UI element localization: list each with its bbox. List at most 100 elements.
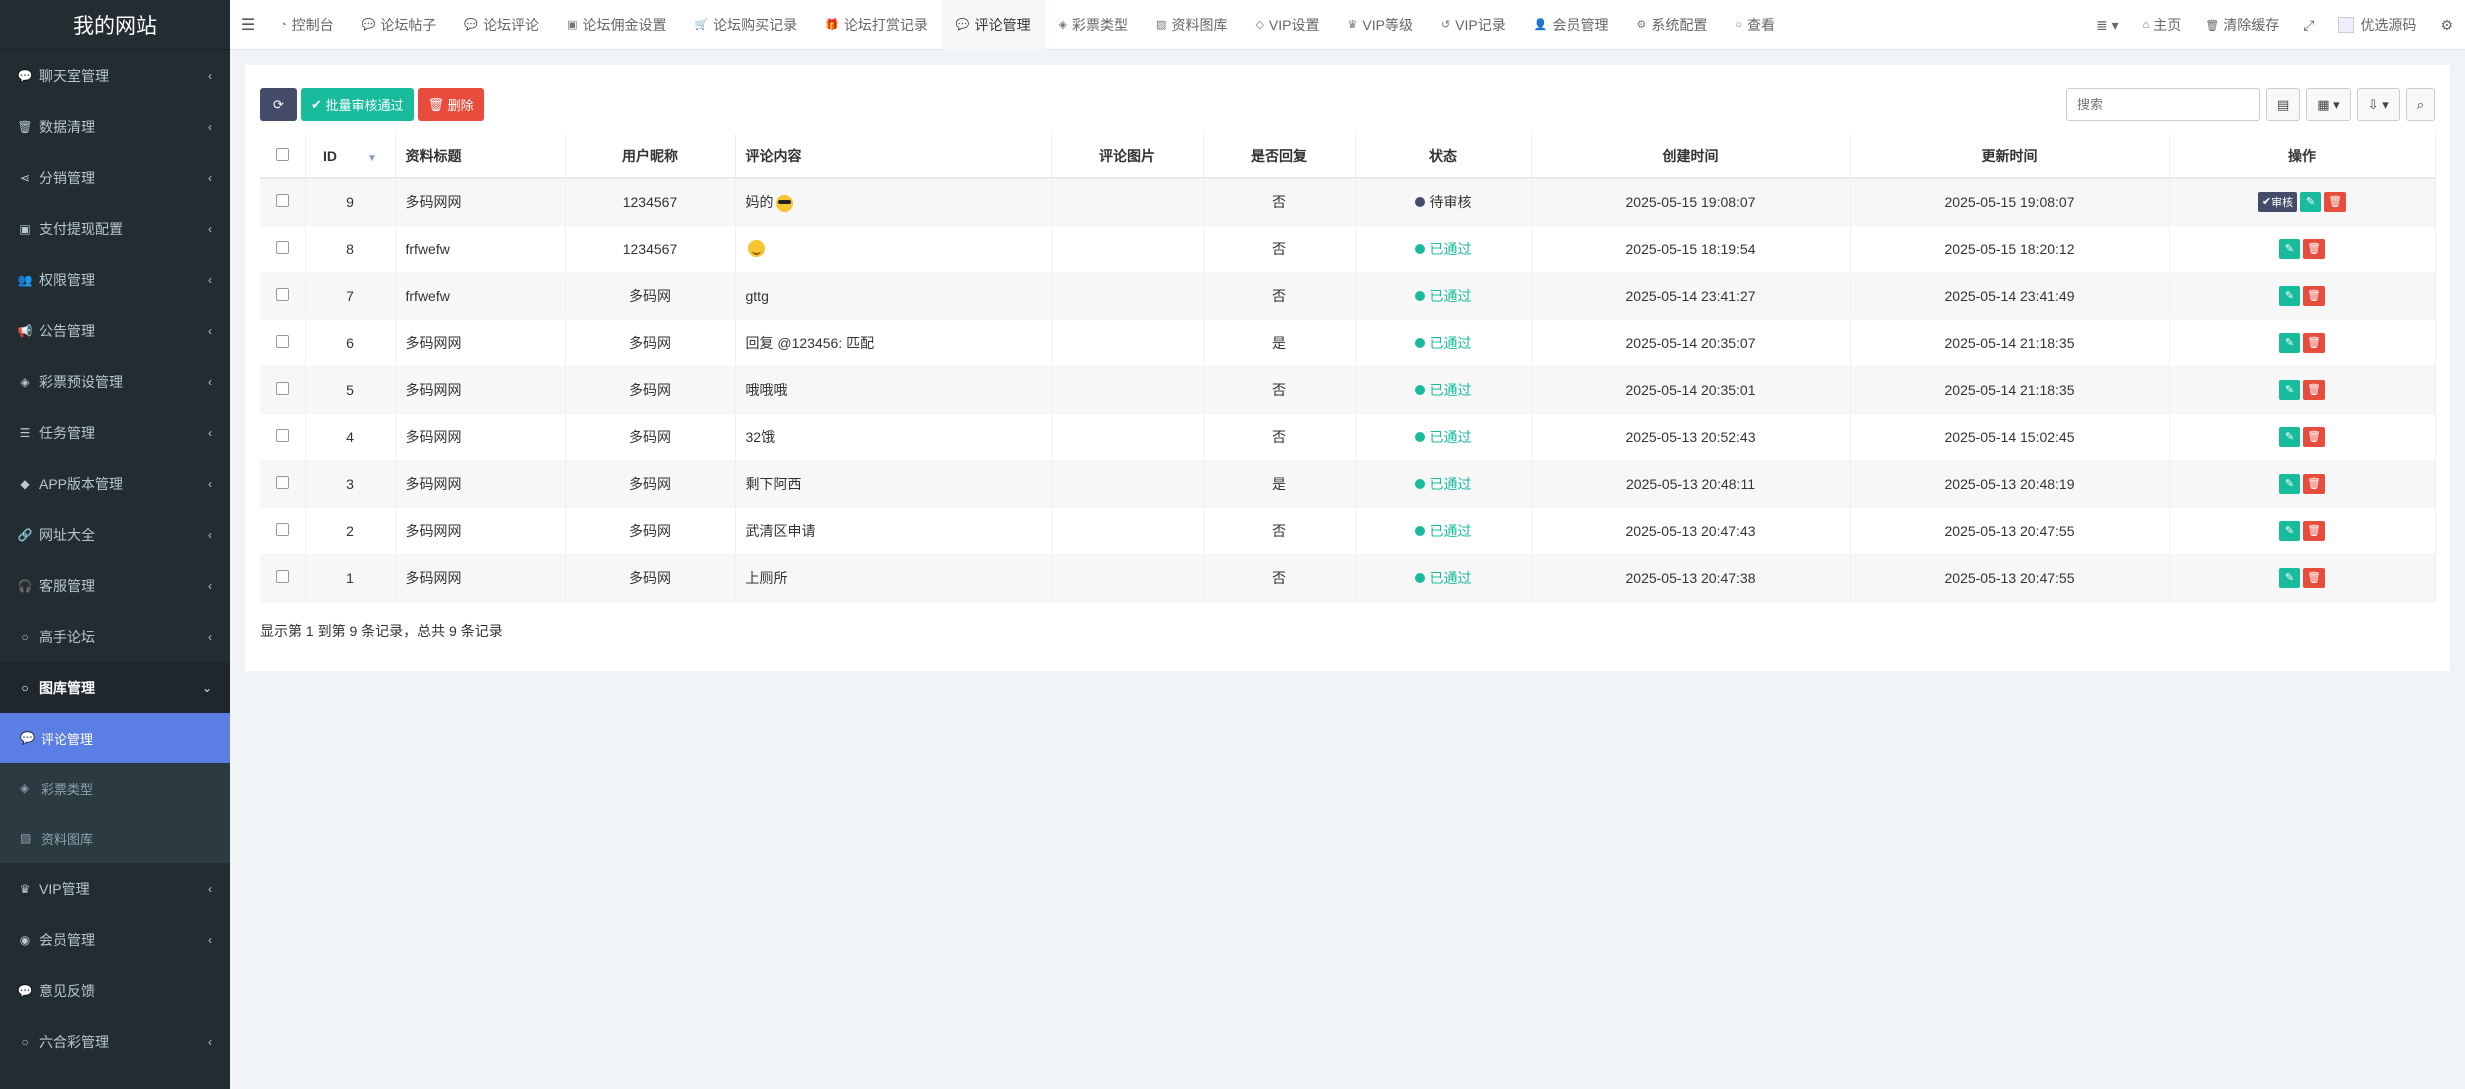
top-tab-11[interactable]: ↺ VIP记录 — [1427, 0, 1520, 50]
row-checkbox-cell[interactable] — [260, 507, 306, 555]
settings-button[interactable]: ⚙ — [2428, 17, 2465, 34]
export-dropdown-button[interactable]: ⇩ ▾ — [2356, 88, 2400, 121]
top-tab-4[interactable]: 🛒 论坛购买记录 — [680, 0, 811, 50]
sidebar-item-4[interactable]: 👥 权限管理 ‹ — [0, 254, 230, 305]
top-tab-8[interactable]: ▨ 资料图库 — [1142, 0, 1241, 50]
sidebar-item-12[interactable]: ○ 图库管理 ⌄ — [0, 662, 230, 713]
top-tab-13[interactable]: ⚙ 系统配置 — [1622, 0, 1721, 50]
home-link[interactable]: ⌂ 主页 — [2131, 15, 2194, 35]
sidebar-item-3[interactable]: ▣ 支付提现配置 ‹ — [0, 203, 230, 254]
row-checkbox[interactable] — [275, 428, 289, 442]
delete-button[interactable]: 🗑 删除 — [417, 88, 484, 121]
refresh-button[interactable]: ⟳ — [260, 88, 297, 121]
top-tab-10[interactable]: ♛ VIP等级 — [1334, 0, 1427, 50]
sidebar-bottom-item-3[interactable]: ○ 六合彩管理 ‹ — [0, 1016, 230, 1067]
toggle-view-button[interactable]: ▤ — [2265, 88, 2301, 121]
row-checkbox[interactable] — [275, 381, 289, 395]
row-checkbox-cell[interactable] — [260, 272, 306, 320]
cell-actions: ✎ 🗑 — [2169, 225, 2436, 273]
edit-button[interactable]: ✎ — [2279, 238, 2301, 259]
search-button[interactable]: ⌕ — [2405, 88, 2435, 121]
row-checkbox-cell[interactable] — [260, 319, 306, 367]
select-all-checkbox-cell[interactable] — [260, 134, 306, 179]
row-delete-button[interactable]: 🗑 — [2303, 520, 2325, 541]
edit-button[interactable]: ✎ — [2279, 379, 2301, 400]
sidebar-item-0[interactable]: 💬 聊天室管理 ‹ — [0, 50, 230, 101]
edit-button[interactable]: ✎ — [2279, 332, 2301, 353]
fullscreen-button[interactable]: ⤢ — [2291, 17, 2326, 34]
user-circle-icon: ◉ — [19, 932, 31, 947]
top-tab-5[interactable]: 🎁 论坛打赏记录 — [811, 0, 942, 50]
batch-approve-button[interactable]: ✔ 批量审核通过 — [301, 88, 414, 121]
row-checkbox[interactable] — [275, 287, 289, 301]
site-logo[interactable]: 我的网站 — [0, 0, 230, 50]
sidebar-item-8[interactable]: ◆ APP版本管理 ‹ — [0, 458, 230, 509]
sidebar-item-label: 权限管理 — [39, 271, 95, 288]
row-checkbox-cell[interactable] — [260, 178, 306, 226]
top-tab-6[interactable]: 💬 评论管理 — [941, 0, 1045, 50]
menu-toggle-icon[interactable]: ☰ — [230, 15, 266, 35]
user-menu[interactable]: 优选源码 — [2326, 15, 2428, 35]
row-checkbox-cell[interactable] — [260, 554, 306, 602]
sidebar-item-1[interactable]: 🗑 数据清理 ‹ — [0, 101, 230, 152]
row-delete-button[interactable]: 🗑 — [2303, 332, 2325, 353]
row-delete-button[interactable]: 🗑 — [2303, 379, 2325, 400]
row-checkbox[interactable] — [275, 475, 289, 489]
sidebar-bottom-item-2[interactable]: 💬 意见反馈 — [0, 965, 230, 1016]
sidebar-subitem-1[interactable]: ◈ 彩票类型 — [0, 763, 230, 813]
select-all-checkbox[interactable] — [275, 147, 289, 161]
edit-button[interactable]: ✎ — [2279, 426, 2301, 447]
edit-button[interactable]: ✎ — [2300, 191, 2322, 212]
sidebar-item-9[interactable]: 🔗 网址大全 ‹ — [0, 509, 230, 560]
audit-button[interactable]: ✔ 审核 — [2257, 191, 2298, 212]
row-checkbox-cell[interactable] — [260, 460, 306, 508]
sidebar-item-11[interactable]: ○ 高手论坛 ‹ — [0, 611, 230, 662]
row-delete-button[interactable]: 🗑 — [2324, 191, 2347, 212]
sidebar-item-5[interactable]: 📢 公告管理 ‹ — [0, 305, 230, 356]
sidebar-item-6[interactable]: ◈ 彩票预设管理 ‹ — [0, 356, 230, 407]
sidebar-item-7[interactable]: ☰ 任务管理 ‹ — [0, 407, 230, 458]
edit-button[interactable]: ✎ — [2279, 520, 2301, 541]
comment-text: 武清区申请 — [745, 522, 816, 539]
sidebar-item-10[interactable]: 🎧 客服管理 ‹ — [0, 560, 230, 611]
header-id[interactable]: ID ▼ — [305, 134, 396, 179]
row-checkbox-cell[interactable] — [260, 366, 306, 414]
sidebar-bottom-item-1[interactable]: ◉ 会员管理 ‹ — [0, 914, 230, 965]
row-delete-button[interactable]: 🗑 — [2303, 285, 2325, 306]
top-tab-3[interactable]: ▣ 论坛佣金设置 — [553, 0, 680, 50]
row-checkbox[interactable] — [275, 569, 289, 583]
edit-button[interactable]: ✎ — [2279, 473, 2301, 494]
row-actions: ✎ 🗑 — [2279, 332, 2325, 353]
search-input[interactable] — [2065, 88, 2260, 121]
top-tab-1[interactable]: 💬 论坛帖子 — [348, 0, 451, 50]
row-checkbox[interactable] — [275, 334, 289, 348]
list-dropdown-button[interactable]: ≣ ▾ — [2084, 17, 2131, 34]
sidebar-subitem-2[interactable]: ▨ 资料图库 — [0, 813, 230, 863]
top-tab-0[interactable]: ◔ 控制台 — [266, 0, 348, 50]
sidebar-bottom-item-0[interactable]: ♛ VIP管理 ‹ — [0, 863, 230, 914]
top-tab-2[interactable]: 💬 论坛评论 — [450, 0, 553, 50]
sidebar-item-2[interactable]: ⋖ 分销管理 ‹ — [0, 152, 230, 203]
row-delete-button[interactable]: 🗑 — [2303, 473, 2325, 494]
row-delete-button[interactable]: 🗑 — [2303, 238, 2325, 259]
row-checkbox[interactable] — [275, 193, 289, 207]
row-delete-button[interactable]: 🗑 — [2303, 567, 2325, 588]
top-tab-14[interactable]: ○ 查看 — [1721, 0, 1789, 50]
row-actions: ✔ 审核 ✎ 🗑 — [2257, 191, 2347, 212]
top-tab-label: 论坛帖子 — [380, 16, 437, 33]
edit-button[interactable]: ✎ — [2279, 567, 2301, 588]
columns-dropdown-button[interactable]: ▦ ▾ — [2306, 88, 2351, 121]
top-tab-12[interactable]: 👤 会员管理 — [1520, 0, 1623, 50]
top-tab-7[interactable]: ◈ 彩票类型 — [1045, 0, 1142, 50]
sidebar-subitem-0[interactable]: 💬 评论管理 — [0, 713, 230, 763]
row-checkbox[interactable] — [275, 240, 289, 254]
sort-desc-icon[interactable]: ▼ — [367, 153, 377, 164]
clear-cache-button[interactable]: 🗑 清除缓存 — [2193, 15, 2291, 35]
row-delete-button[interactable]: 🗑 — [2303, 426, 2325, 447]
edit-button[interactable]: ✎ — [2279, 285, 2301, 306]
row-checkbox-cell[interactable] — [260, 413, 306, 461]
row-checkbox[interactable] — [275, 522, 289, 536]
top-tab-9[interactable]: ◇ VIP设置 — [1241, 0, 1333, 50]
top-tab-label: 论坛打赏记录 — [843, 16, 928, 33]
row-checkbox-cell[interactable] — [260, 225, 306, 273]
